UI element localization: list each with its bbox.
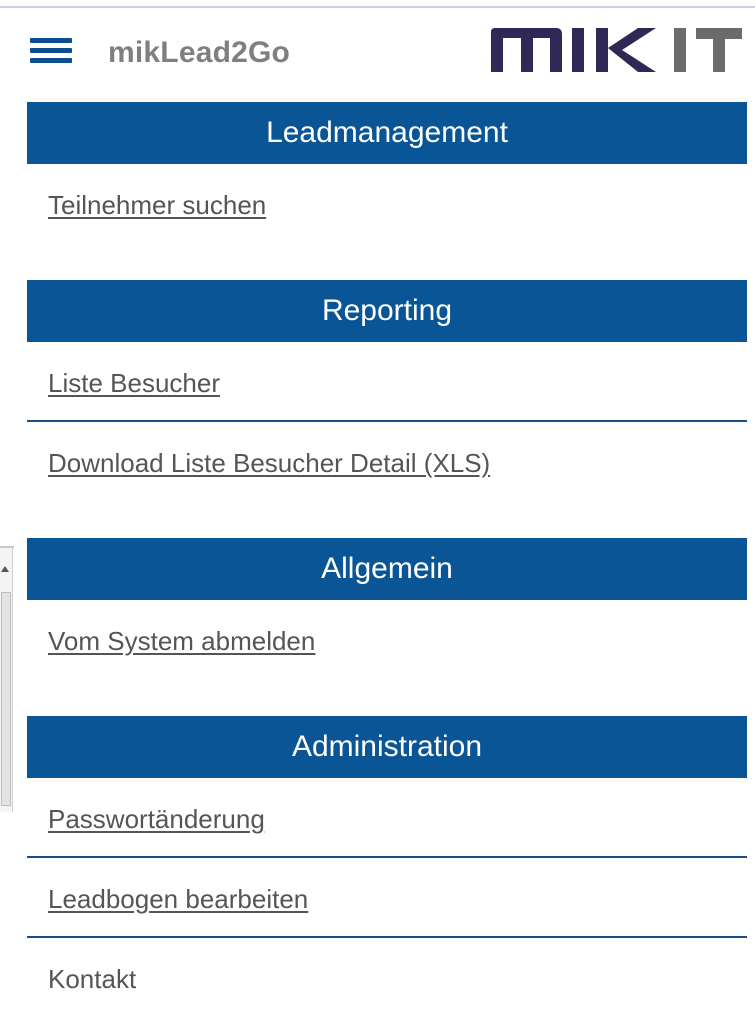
hamburger-menu-icon[interactable]: [30, 38, 72, 66]
menu-link-leadbogen[interactable]: Leadbogen bearbeiten: [48, 884, 308, 915]
menu-item-abmelden[interactable]: Vom System abmelden: [27, 600, 747, 678]
menu-link-download-liste[interactable]: Download Liste Besucher Detail (XLS): [48, 448, 490, 479]
menu-item-leadbogen[interactable]: Leadbogen bearbeiten: [27, 858, 747, 938]
logo-letter-k-stem: [596, 28, 608, 72]
logo-letter-i2: [674, 28, 686, 72]
section-header-administration: Administration: [27, 716, 747, 778]
top-border: [0, 6, 755, 8]
menu-link-teilnehmer-suchen[interactable]: Teilnehmer suchen: [48, 190, 266, 221]
app-header: mikLead2Go: [0, 18, 755, 86]
menu-link-abmelden[interactable]: Vom System abmelden: [48, 626, 315, 657]
menu-link-liste-besucher[interactable]: Liste Besucher: [48, 368, 220, 399]
menu-link-kontakt[interactable]: Kontakt: [48, 964, 136, 995]
section-header-leadmanagement: Leadmanagement: [27, 102, 747, 164]
mik-it-logo: [491, 28, 742, 72]
logo-letter-i: [572, 28, 584, 72]
menu-link-passwortaenderung[interactable]: Passwortänderung: [48, 804, 265, 835]
section-header-allgemein: Allgemein: [27, 538, 747, 600]
navigation-menu: Leadmanagement Teilnehmer suchen Reporti…: [27, 102, 747, 1012]
logo-letter-m: [491, 28, 562, 72]
menu-item-passwortaenderung[interactable]: Passwortänderung: [27, 778, 747, 858]
menu-item-teilnehmer-suchen[interactable]: Teilnehmer suchen: [27, 164, 747, 242]
menu-item-download-liste[interactable]: Download Liste Besucher Detail (XLS): [27, 422, 747, 500]
section-header-reporting: Reporting: [27, 280, 747, 342]
logo-letter-t-stem: [713, 28, 725, 72]
background-scrollbar[interactable]: [0, 548, 13, 812]
app-title: mikLead2Go: [108, 36, 291, 69]
page: mikLead2Go Leadmanagement Teilnehmer suc…: [0, 0, 755, 1012]
menu-item-liste-besucher[interactable]: Liste Besucher: [27, 342, 747, 422]
scrollbar-thumb[interactable]: [1, 592, 11, 806]
logo-letter-k-arms: [608, 28, 656, 72]
menu-item-kontakt[interactable]: Kontakt: [27, 938, 747, 1012]
scroll-up-arrow-icon[interactable]: [1, 566, 9, 572]
